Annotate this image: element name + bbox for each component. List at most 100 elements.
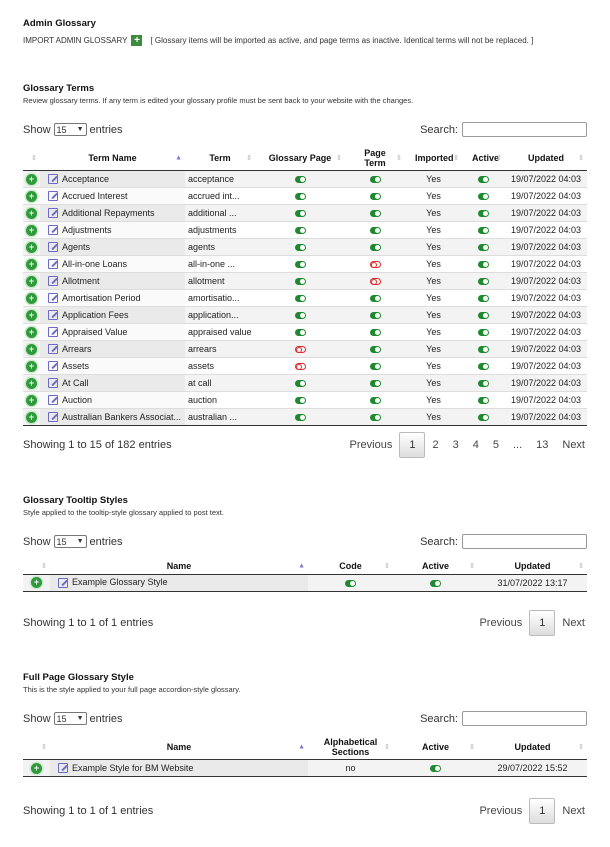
edit-icon[interactable]: [48, 327, 58, 338]
name-text[interactable]: Amortisation Period: [62, 293, 141, 303]
previous-button[interactable]: Previous: [343, 439, 400, 451]
column-header[interactable]: ⇕: [23, 558, 50, 575]
expand-plus-icon[interactable]: +: [26, 411, 37, 423]
glossary-page-toggle-on-icon[interactable]: [294, 329, 306, 337]
name-text[interactable]: At Call: [62, 378, 89, 388]
plus-icon[interactable]: +: [131, 35, 143, 46]
page-term-toggle-on-icon[interactable]: [369, 312, 381, 320]
active-toggle-on-icon[interactable]: [478, 346, 489, 354]
expand-plus-icon[interactable]: +: [26, 326, 37, 338]
active-toggle-on-icon[interactable]: [478, 176, 489, 184]
expand-plus-icon[interactable]: +: [26, 190, 37, 202]
next-button[interactable]: Next: [555, 439, 592, 451]
column-header[interactable]: Term Name ▲: [40, 146, 185, 171]
expand-plus-icon[interactable]: +: [26, 275, 37, 287]
page-button[interactable]: 5: [486, 439, 506, 451]
page-button[interactable]: 4: [466, 439, 486, 451]
glossary-page-toggle-on-icon[interactable]: [294, 244, 306, 252]
expand-plus-icon[interactable]: +: [31, 762, 42, 774]
name-text[interactable]: Application Fees: [62, 310, 129, 320]
page-term-toggle-on-icon[interactable]: [369, 193, 381, 201]
active-toggle-on-icon[interactable]: [478, 414, 489, 422]
active-toggle-on-icon[interactable]: [478, 312, 489, 320]
active-toggle-on-icon[interactable]: [478, 227, 489, 235]
edit-icon[interactable]: [48, 344, 58, 355]
page-button[interactable]: ...: [506, 439, 529, 451]
page-button[interactable]: 13: [529, 439, 555, 451]
glossary-page-toggle-off-icon[interactable]: [294, 363, 306, 371]
expand-plus-icon[interactable]: +: [26, 309, 37, 321]
edit-icon[interactable]: [58, 763, 68, 774]
expand-plus-icon[interactable]: +: [26, 241, 37, 253]
name-text[interactable]: Example Glossary Style: [72, 577, 168, 587]
edit-icon[interactable]: [48, 378, 58, 389]
glossary-page-toggle-on-icon[interactable]: [294, 295, 306, 303]
expand-plus-icon[interactable]: +: [26, 343, 37, 355]
glossary-page-toggle-off-icon[interactable]: [294, 346, 306, 354]
edit-icon[interactable]: [48, 361, 58, 372]
page-button[interactable]: 1: [529, 610, 556, 636]
glossary-page-toggle-on-icon[interactable]: [294, 312, 306, 320]
active-toggle-on-icon[interactable]: [478, 329, 489, 337]
expand-plus-icon[interactable]: +: [26, 173, 37, 185]
edit-icon[interactable]: [48, 191, 58, 202]
expand-plus-icon[interactable]: +: [26, 224, 37, 236]
column-header[interactable]: Imported ⇕: [405, 146, 462, 171]
edit-icon[interactable]: [48, 242, 58, 253]
next-button[interactable]: Next: [555, 805, 592, 817]
glossary-page-toggle-on-icon[interactable]: [294, 397, 306, 405]
active-toggle-on-icon[interactable]: [478, 210, 489, 218]
page-term-toggle-on-icon[interactable]: [369, 176, 381, 184]
page-button[interactable]: 1: [529, 798, 556, 824]
glossary-page-toggle-on-icon[interactable]: [294, 380, 306, 388]
edit-icon[interactable]: [58, 577, 68, 588]
expand-plus-icon[interactable]: +: [26, 258, 37, 270]
name-text[interactable]: Arrears: [62, 344, 92, 354]
page-term-toggle-on-icon[interactable]: [369, 363, 381, 371]
glossary-page-toggle-on-icon[interactable]: [294, 210, 306, 218]
previous-button[interactable]: Previous: [472, 617, 529, 629]
page-term-toggle-on-icon[interactable]: [369, 210, 381, 218]
name-text[interactable]: Accrued Interest: [62, 191, 128, 201]
active-toggle-on-icon[interactable]: [478, 193, 489, 201]
expand-plus-icon[interactable]: +: [26, 207, 37, 219]
tooltip-search-input[interactable]: [462, 534, 587, 549]
active-toggle-on-icon[interactable]: [430, 765, 441, 773]
name-text[interactable]: Australian Bankers Associat...: [62, 412, 181, 422]
edit-icon[interactable]: [48, 225, 58, 236]
expand-plus-icon[interactable]: +: [26, 292, 37, 304]
fullpage-search-input[interactable]: [462, 711, 587, 726]
active-toggle-on-icon[interactable]: [478, 380, 489, 388]
page-term-toggle-on-icon[interactable]: [369, 329, 381, 337]
column-header[interactable]: ⇕: [23, 735, 50, 760]
expand-plus-icon[interactable]: +: [26, 394, 37, 406]
glossary-page-toggle-on-icon[interactable]: [294, 278, 306, 286]
page-term-toggle-on-icon[interactable]: [369, 397, 381, 405]
expand-plus-icon[interactable]: +: [26, 360, 37, 372]
active-toggle-on-icon[interactable]: [478, 278, 489, 286]
column-header[interactable]: Name ▲: [50, 735, 308, 760]
page-term-toggle-off-icon[interactable]: [369, 278, 381, 286]
page-term-toggle-on-icon[interactable]: [369, 414, 381, 422]
previous-button[interactable]: Previous: [472, 805, 529, 817]
page-term-toggle-on-icon[interactable]: [369, 244, 381, 252]
edit-icon[interactable]: [48, 208, 58, 219]
terms-page-size-select[interactable]: 15 ▼: [53, 123, 87, 136]
page-button[interactable]: 3: [446, 439, 466, 451]
page-term-toggle-on-icon[interactable]: [369, 295, 381, 303]
edit-icon[interactable]: [48, 412, 58, 423]
column-header[interactable]: Updated ⇕: [478, 735, 587, 760]
page-button[interactable]: 1: [399, 432, 426, 458]
code-toggle-on-icon[interactable]: [345, 579, 356, 587]
next-button[interactable]: Next: [555, 617, 592, 629]
name-text[interactable]: Appraised Value: [62, 327, 127, 337]
glossary-page-toggle-on-icon[interactable]: [294, 176, 306, 184]
column-header[interactable]: Name ▲: [50, 558, 308, 575]
name-text[interactable]: Additional Repayments: [62, 208, 155, 218]
page-term-toggle-on-icon[interactable]: [369, 227, 381, 235]
name-text[interactable]: Allotment: [62, 276, 100, 286]
column-header[interactable]: Active ⇕: [462, 146, 505, 171]
edit-icon[interactable]: [48, 276, 58, 287]
edit-icon[interactable]: [48, 395, 58, 406]
name-text[interactable]: All-in-one Loans: [62, 259, 127, 269]
